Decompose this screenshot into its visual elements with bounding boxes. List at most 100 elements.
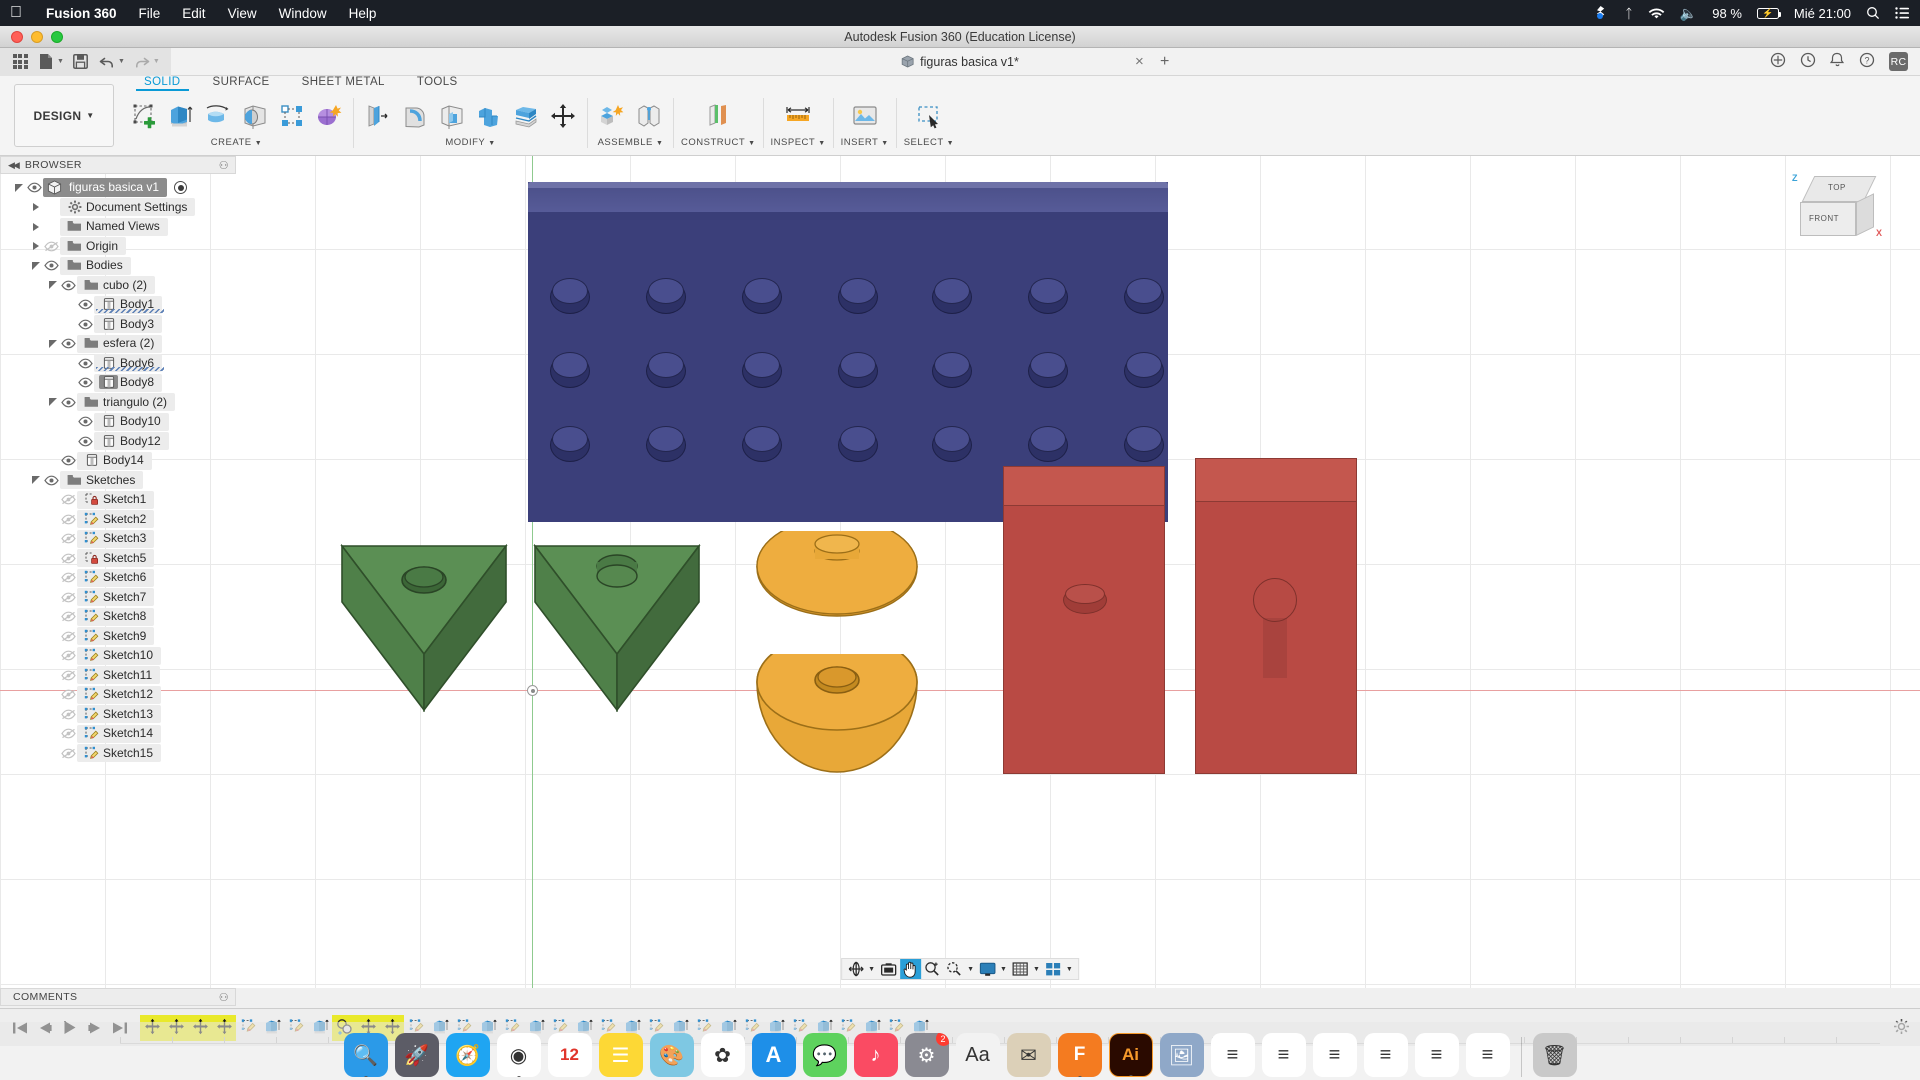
shell-icon[interactable] xyxy=(435,98,469,134)
grid-snaps-caret-icon[interactable]: ▼ xyxy=(1033,966,1040,973)
redo-icon[interactable] xyxy=(130,51,154,73)
view-cube[interactable]: TOP FRONT Z X xyxy=(1800,176,1880,256)
expander-open-icon[interactable] xyxy=(29,262,42,270)
expander-open-icon[interactable] xyxy=(29,476,42,484)
help-icon[interactable]: ? xyxy=(1859,52,1875,71)
browser-node-esfera-2[interactable]: esfera (2) xyxy=(0,334,248,354)
browser-node-body12[interactable]: Body12 xyxy=(0,432,248,452)
dock-item-preview[interactable]: 🎨 xyxy=(650,1033,694,1077)
fillet-icon[interactable] xyxy=(398,98,432,134)
pattern-icon[interactable] xyxy=(275,98,309,134)
visibility-hidden-icon[interactable] xyxy=(59,650,77,661)
apple-icon[interactable]:  xyxy=(10,5,24,21)
browser-node-sketch1[interactable]: Sketch1 xyxy=(0,490,248,510)
press-pull-icon[interactable] xyxy=(361,98,395,134)
3d-canvas[interactable]: TOP FRONT Z X ▼ ▼ xyxy=(0,156,1920,988)
activate-component-radio[interactable] xyxy=(174,181,187,194)
visibility-visible-icon[interactable] xyxy=(59,455,77,466)
dock-item-finder[interactable]: 🔍 xyxy=(344,1033,388,1077)
battery-charging-icon[interactable]: ⚡ xyxy=(1757,8,1779,19)
dock-item-chrome[interactable]: ◉ xyxy=(497,1033,541,1077)
expander-closed-icon[interactable] xyxy=(29,203,42,211)
look-at-icon[interactable] xyxy=(878,959,899,979)
browser-node-sketch14[interactable]: Sketch14 xyxy=(0,724,248,744)
dock-item-document-6[interactable]: ≡ xyxy=(1466,1033,1510,1077)
expander-open-icon[interactable] xyxy=(46,281,59,289)
undo-icon[interactable] xyxy=(95,51,119,73)
dock-item-illustrator[interactable]: Ai xyxy=(1109,1033,1153,1077)
panel-options-icon[interactable]: ⚇ xyxy=(219,159,229,172)
menu-app-name[interactable]: Fusion 360 xyxy=(46,6,117,21)
expander-open-icon[interactable] xyxy=(12,184,25,192)
combine-icon[interactable] xyxy=(472,98,506,134)
red-cube-1[interactable] xyxy=(1003,466,1165,774)
browser-node-body6[interactable]: Body6 xyxy=(0,354,248,374)
tab-tools[interactable]: TOOLS xyxy=(401,76,474,88)
dock-item-document-2[interactable]: ≡ xyxy=(1262,1033,1306,1077)
extensions-icon[interactable] xyxy=(1770,52,1786,71)
browser-header[interactable]: ◀◀ BROWSER ⚇ xyxy=(0,156,236,174)
visibility-visible-icon[interactable] xyxy=(76,416,94,427)
dock-item-image-file[interactable]: 🖼 xyxy=(1160,1033,1204,1077)
orbit-icon[interactable] xyxy=(845,959,866,979)
visibility-hidden-icon[interactable] xyxy=(59,670,77,681)
visibility-hidden-icon[interactable] xyxy=(59,514,77,525)
dock-item-document-4[interactable]: ≡ xyxy=(1364,1033,1408,1077)
wifi-icon[interactable] xyxy=(1648,7,1665,20)
revolve-icon[interactable] xyxy=(201,98,235,134)
visibility-visible-icon[interactable] xyxy=(42,260,60,271)
volume-icon[interactable]: 🔈 xyxy=(1680,5,1697,22)
measure-icon[interactable] xyxy=(781,98,815,134)
bluetooth-icon[interactable]: ᛏ xyxy=(1625,6,1633,21)
offset-plane-icon[interactable] xyxy=(701,98,735,134)
browser-node-body8[interactable]: Body8 xyxy=(0,373,248,393)
browser-node-document-settings[interactable]: Document Settings xyxy=(0,198,248,218)
comments-options-icon[interactable]: ⚇ xyxy=(219,991,229,1004)
panel-modify-label[interactable]: MODIFY ▼ xyxy=(445,137,495,148)
display-settings-caret-icon[interactable]: ▼ xyxy=(1000,966,1007,973)
comments-header[interactable]: COMMENTS ⚇ xyxy=(0,988,236,1006)
browser-node-sketch10[interactable]: Sketch10 xyxy=(0,646,248,666)
browser-node-origin[interactable]: Origin xyxy=(0,237,248,257)
joint-icon[interactable] xyxy=(632,98,666,134)
tab-surface[interactable]: SURFACE xyxy=(197,76,286,88)
panel-assemble-label[interactable]: ASSEMBLE ▼ xyxy=(598,137,664,148)
visibility-hidden-icon[interactable] xyxy=(59,592,77,603)
document-tab[interactable]: figuras basica v1* xyxy=(901,55,1019,69)
dock-item-document-5[interactable]: ≡ xyxy=(1415,1033,1459,1077)
browser-node-sketch11[interactable]: Sketch11 xyxy=(0,666,248,686)
split-face-icon[interactable] xyxy=(509,98,543,134)
visibility-visible-icon[interactable] xyxy=(76,358,94,369)
avatar[interactable]: RC xyxy=(1889,52,1908,71)
undo-caret-icon[interactable]: ▼ xyxy=(118,58,125,65)
extrude-icon[interactable] xyxy=(164,98,198,134)
visibility-visible-icon[interactable] xyxy=(59,280,77,291)
visibility-visible-icon[interactable] xyxy=(76,319,94,330)
visibility-hidden-icon[interactable] xyxy=(59,689,77,700)
panel-insert-label[interactable]: INSERT ▼ xyxy=(841,137,889,148)
dock-item-calendar[interactable]: 12 xyxy=(548,1033,592,1077)
browser-node-cubo-2[interactable]: cubo (2) xyxy=(0,276,248,296)
dock-item-document-3[interactable]: ≡ xyxy=(1313,1033,1357,1077)
sweep-icon[interactable] xyxy=(238,98,272,134)
menu-help[interactable]: Help xyxy=(349,6,377,21)
visibility-visible-icon[interactable] xyxy=(25,182,43,193)
search-icon[interactable] xyxy=(1866,6,1880,20)
viewports-caret-icon[interactable]: ▼ xyxy=(1066,966,1073,973)
browser-node-sketches[interactable]: Sketches xyxy=(0,471,248,491)
visibility-visible-icon[interactable] xyxy=(76,377,94,388)
menubar-clock[interactable]: Mié 21:00 xyxy=(1794,6,1851,21)
dock-item-document-1[interactable]: ≡ xyxy=(1211,1033,1255,1077)
workspace-switcher[interactable]: DESIGN ▼ xyxy=(14,84,114,147)
form-icon[interactable] xyxy=(312,98,346,134)
browser-node-sketch8[interactable]: Sketch8 xyxy=(0,607,248,627)
panel-create-label[interactable]: CREATE ▼ xyxy=(211,137,262,148)
panel-inspect-label[interactable]: INSPECT ▼ xyxy=(771,137,826,148)
browser-tree[interactable]: figuras basica v1Document SettingsNamed … xyxy=(0,178,248,763)
browser-node-sketch9[interactable]: Sketch9 xyxy=(0,627,248,647)
collapse-left-icon[interactable]: ◀◀ xyxy=(8,160,18,171)
notifications-icon[interactable] xyxy=(1830,52,1845,71)
panel-select-label[interactable]: SELECT ▼ xyxy=(904,137,954,148)
control-center-icon[interactable] xyxy=(1895,7,1910,19)
menu-window[interactable]: Window xyxy=(279,6,327,21)
